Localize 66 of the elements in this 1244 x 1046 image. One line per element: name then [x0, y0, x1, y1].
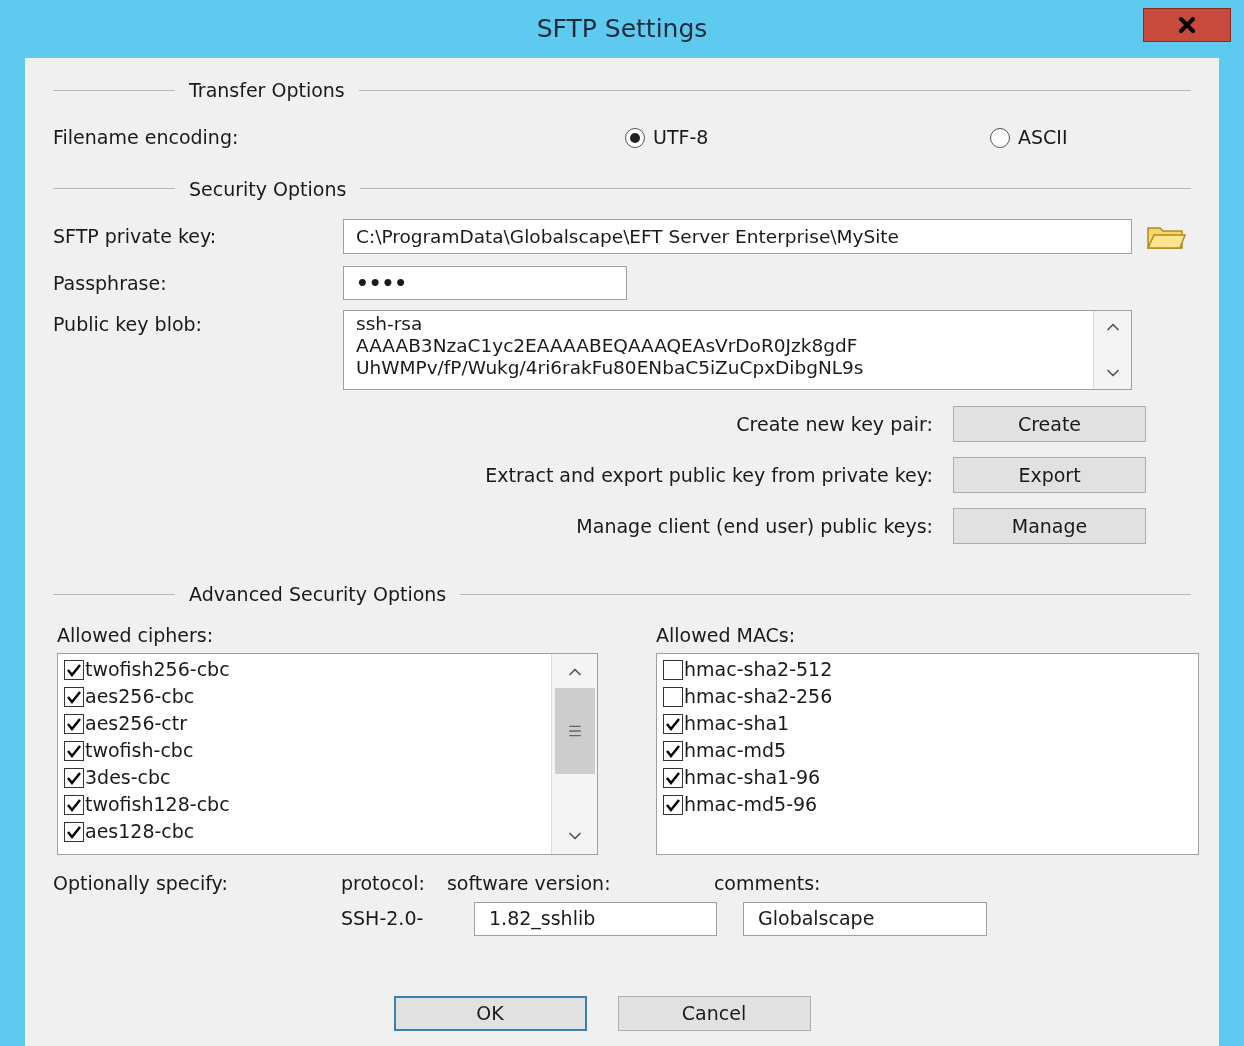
list-item-label[interactable]: hmac-sha2-256 — [684, 682, 833, 711]
checkbox[interactable] — [64, 794, 84, 815]
grip-icon — [566, 723, 583, 739]
list-label: Allowed MACs: — [656, 622, 797, 648]
list-item-label[interactable]: aes256-ctr — [85, 709, 188, 738]
list-item-label[interactable]: hmac-sha1-96 — [684, 763, 821, 792]
checkbox[interactable] — [663, 767, 683, 788]
field-label: protocol: — [341, 871, 425, 896]
field-label: Public key blob: — [53, 312, 203, 337]
protocol-text: SSH-2.0- — [341, 906, 425, 932]
action-label: Manage client (end user) public keys: — [576, 513, 933, 539]
section-heading: Security Options — [189, 176, 347, 202]
radio-label[interactable]: UTF-8 — [653, 123, 709, 152]
checkbox[interactable] — [663, 713, 683, 734]
checkbox[interactable] — [64, 713, 84, 734]
field-label: Passphrase: — [53, 270, 168, 296]
action-label: Extract and export public key from private key: — [485, 462, 933, 488]
text-line: UhWMPv/fP/Wukg/4ri6rakFu80ENbaC5iZuCpxDibgNL9s — [356, 357, 865, 379]
list-item-label[interactable]: aes128-cbc — [85, 817, 195, 846]
list-item-label[interactable]: twofish128-cbc — [85, 790, 230, 819]
section-heading: Transfer Options — [189, 78, 345, 103]
action-label: Create new key pair: — [736, 411, 933, 437]
checkbox[interactable] — [663, 686, 683, 707]
checkbox[interactable] — [64, 659, 84, 680]
window-title: SFTP Settings — [536, 13, 708, 46]
text-area[interactable]: ssh-rsa AAAAB3NzaC1yc2EAAAABEQAAAQEAsVrDoR0Jzk8gdF UhWMPv/fP/Wukg/4ri6rakFu80ENbaC5iZuCpxDibgNL9s — [343, 310, 1132, 390]
list-item-label[interactable]: 3des-cbc — [85, 763, 171, 792]
scrollbar[interactable] — [1093, 311, 1131, 389]
input-field[interactable]: 1.82_sshlib — [474, 901, 717, 936]
section-heading: Advanced Security Options — [189, 582, 447, 607]
checkbox[interactable] — [64, 740, 84, 761]
list-item-label[interactable]: aes256-cbc — [85, 682, 195, 711]
field-label: Filename encoding: — [53, 125, 240, 151]
field-label: software version: — [446, 871, 612, 896]
input-field[interactable]: Globalscape — [743, 901, 987, 936]
radio-button[interactable] — [990, 127, 1010, 148]
text-line: AAAAB3NzaC1yc2EAAAABEQAAAQEAsVrDoR0Jzk8gdF — [356, 335, 859, 357]
password-field[interactable]: •••• — [343, 266, 627, 300]
checkbox[interactable] — [64, 767, 84, 788]
radio-label[interactable]: ASCII — [1018, 123, 1068, 152]
list-item-label[interactable]: hmac-sha1 — [684, 709, 790, 738]
list-item-label[interactable]: twofish256-cbc — [85, 655, 230, 684]
checkbox[interactable] — [64, 821, 84, 842]
list-item-label[interactable]: twofish-cbc — [85, 736, 194, 765]
input-field[interactable]: C:\ProgramData\Globalscape\EFT Server Enterprise\MySite — [343, 219, 1132, 254]
field-label: comments: — [713, 871, 821, 896]
list-label: Allowed ciphers: — [57, 622, 215, 648]
list-item-label[interactable]: hmac-sha2-512 — [684, 655, 833, 684]
dialog-button[interactable]: OK — [393, 995, 587, 1031]
checkbox[interactable] — [64, 686, 84, 707]
radio-button[interactable] — [625, 127, 645, 148]
dialog-button[interactable]: Cancel — [617, 995, 811, 1031]
checkbox[interactable] — [663, 659, 683, 680]
list-item-label[interactable]: hmac-md5-96 — [684, 790, 818, 819]
checkbox[interactable] — [663, 794, 683, 815]
checkbox[interactable] — [663, 740, 683, 761]
list-item-label[interactable]: hmac-md5 — [684, 736, 787, 765]
action-button[interactable]: Manage — [953, 508, 1146, 544]
field-label: SFTP private key: — [53, 224, 218, 250]
action-button[interactable]: Create — [953, 406, 1146, 442]
scroll-thumb[interactable] — [554, 688, 595, 774]
text-line: ssh-rsa — [356, 313, 424, 335]
field-label: Optionally specify: — [53, 871, 229, 896]
action-button[interactable]: Export — [953, 457, 1146, 493]
close-button[interactable] — [1143, 8, 1231, 42]
scrollbar[interactable] — [551, 654, 597, 854]
